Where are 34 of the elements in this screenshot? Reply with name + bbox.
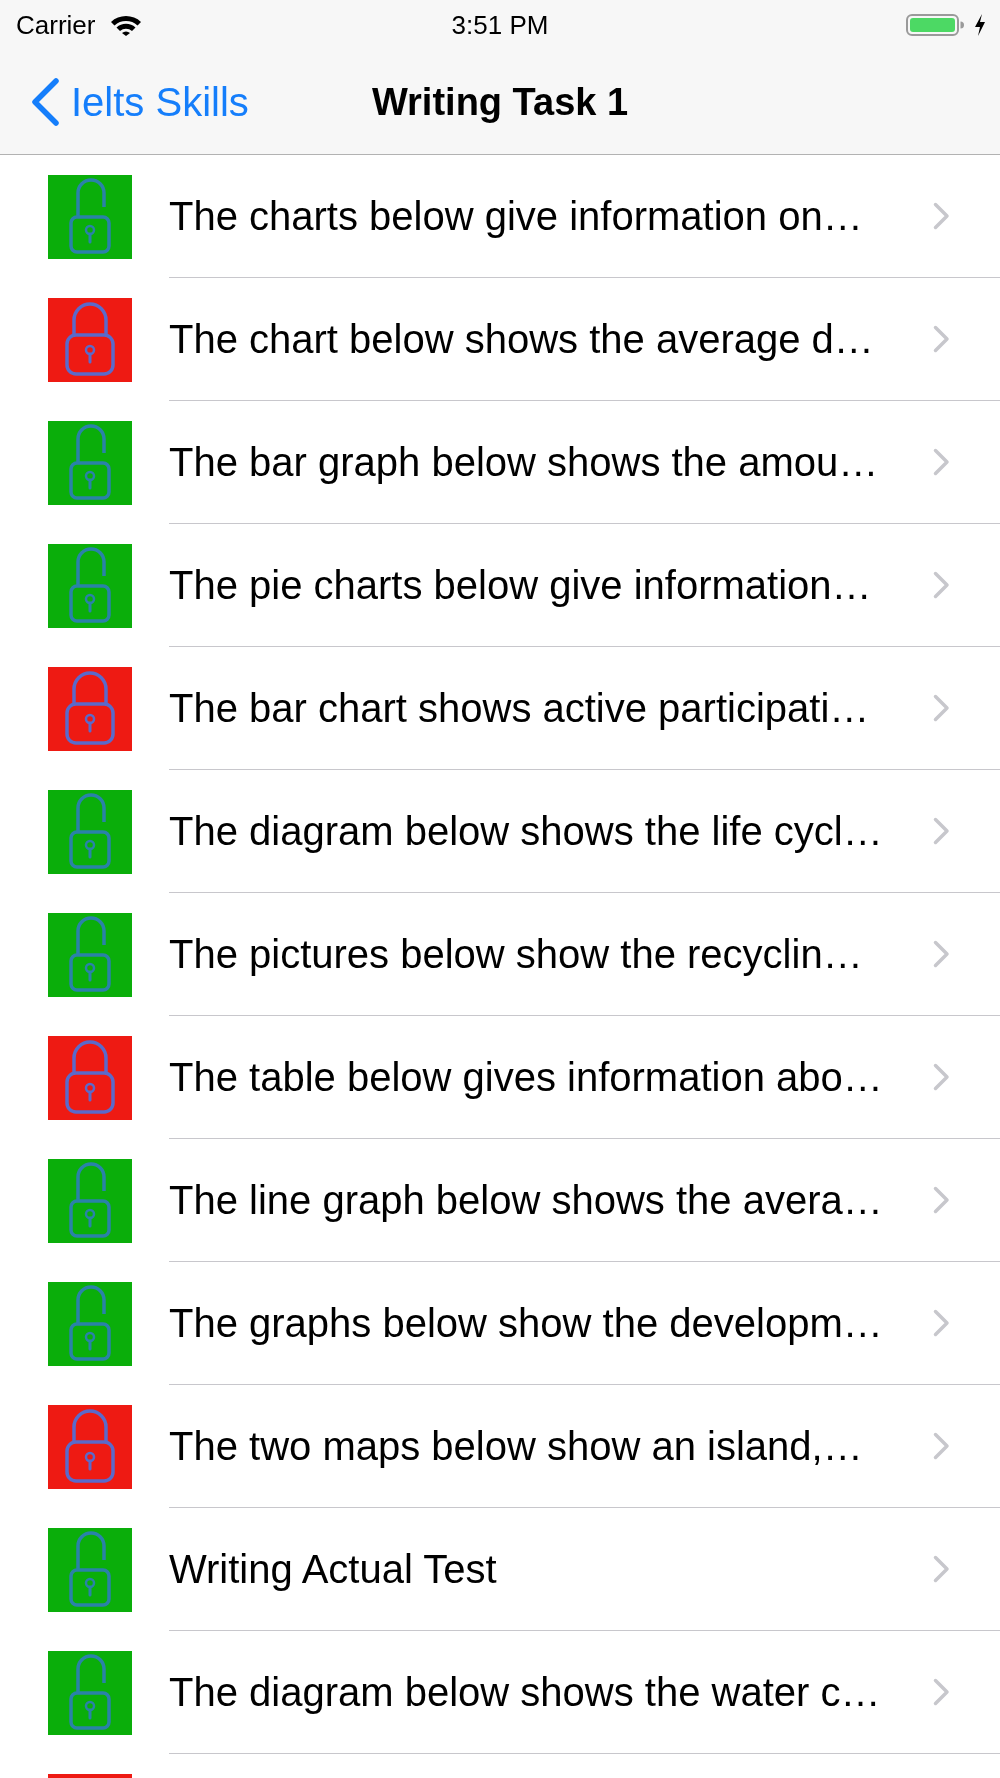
chevron-right-icon bbox=[933, 1063, 950, 1091]
chevron-right-icon bbox=[933, 1309, 950, 1337]
chevron-right-icon bbox=[933, 1432, 950, 1460]
back-chevron-icon bbox=[30, 78, 60, 126]
chevron-right-icon bbox=[933, 1555, 950, 1583]
chevron-right-icon bbox=[933, 817, 950, 845]
item-title[interactable]: The pictures below show the recyclin… bbox=[169, 931, 933, 977]
chevron-right-icon bbox=[933, 1678, 950, 1706]
chevron-right-icon bbox=[933, 571, 950, 599]
wifi-icon bbox=[110, 14, 143, 36]
chevron-right-icon bbox=[933, 940, 950, 968]
chevron-right-icon bbox=[933, 325, 950, 353]
item-title[interactable]: The graphs below show the developm… bbox=[169, 1300, 933, 1346]
item-title[interactable]: The diagram below shows the water c… bbox=[169, 1669, 933, 1715]
item-title[interactable]: The bar chart shows active participati… bbox=[169, 685, 933, 731]
chevron-right-icon bbox=[933, 694, 950, 722]
carrier-name: Carrier bbox=[16, 9, 96, 41]
item-title[interactable]: The charts below give information on… bbox=[169, 193, 933, 239]
charging-bolt-icon bbox=[974, 14, 986, 36]
item-title[interactable]: The bar graph below shows the amou… bbox=[169, 439, 933, 485]
status-time: 3:51 PM bbox=[451, 9, 549, 41]
chevron-right-icon bbox=[933, 202, 950, 230]
item-title[interactable]: The diagram below shows the life cycl… bbox=[169, 808, 933, 854]
item-title[interactable]: The line graph below shows the avera… bbox=[169, 1177, 933, 1223]
item-title[interactable]: The chart below shows the average d… bbox=[169, 316, 933, 362]
back-button[interactable]: Ielts Skills bbox=[0, 78, 249, 126]
item-title[interactable]: The two maps below show an island,… bbox=[169, 1423, 933, 1469]
chevron-right-icon bbox=[933, 448, 950, 476]
screen-title: Writing Task 1 bbox=[371, 80, 629, 124]
chevron-right-icon bbox=[933, 1186, 950, 1214]
battery-icon bbox=[906, 14, 964, 36]
item-title[interactable]: The pie charts below give information… bbox=[169, 562, 933, 608]
item-title[interactable]: The table below gives information abo… bbox=[169, 1054, 933, 1100]
item-title[interactable]: Writing Actual Test bbox=[169, 1546, 933, 1592]
